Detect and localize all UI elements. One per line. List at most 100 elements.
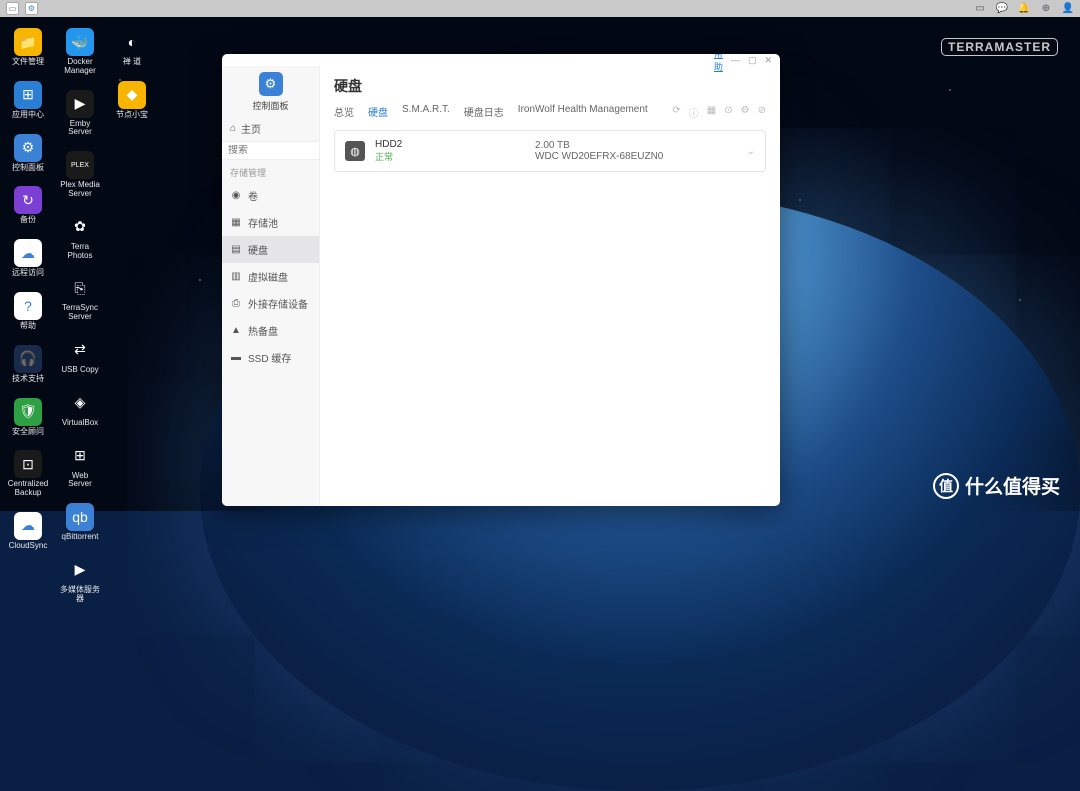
- desktop-icon-label: Docker Manager: [64, 58, 96, 76]
- sidebar-item-virtual-disk[interactable]: ▥ 虚拟磁盘: [222, 263, 319, 290]
- ssd-cache-icon: ▬: [230, 352, 242, 363]
- virtual-disk-icon: ▥: [230, 271, 242, 282]
- tool-settings-icon[interactable]: ⚙: [741, 105, 750, 120]
- desktop-icon-plex-media-server[interactable]: PLEXPlex Media Server: [60, 151, 100, 199]
- brand-logo: TERRAMASTER: [941, 38, 1058, 56]
- bell-icon[interactable]: 🔔: [1018, 3, 1030, 15]
- sidebar-item-hot-spare[interactable]: ▲热备盘: [222, 317, 319, 344]
- desktop-icon-help[interactable]: ?帮助: [8, 292, 48, 331]
- desktop-icon-control-panel[interactable]: ⚙控制面板: [8, 134, 48, 173]
- screen-icon[interactable]: ▭: [974, 3, 986, 15]
- maximize-button[interactable]: ▢: [748, 55, 757, 66]
- tab-disk-log[interactable]: 硬盘日志: [464, 104, 504, 121]
- desktop-icon-backup[interactable]: ↻ 备份: [8, 186, 48, 225]
- disk-row[interactable]: ◍ HDD2 正常 2.00 TB WDC WD20EFRX-68EUZN0 ⌄: [334, 130, 766, 172]
- sidebar-search[interactable]: ⌕: [222, 141, 319, 160]
- node-xiaobao-icon: ◆: [118, 81, 146, 109]
- desktop-icon-emby-server[interactable]: ▶Emby Server: [60, 90, 100, 138]
- tab-smart[interactable]: S.M.A.R.T.: [402, 104, 450, 121]
- desktop-icon-label: TerraSync Server: [62, 304, 98, 322]
- taskbar-app-control-panel[interactable]: ⚙: [25, 2, 38, 15]
- terra-photos-icon: ✿: [66, 213, 94, 241]
- tool-locate-icon[interactable]: ⊙: [724, 105, 732, 120]
- desktop-icon-virtualbox[interactable]: ◈VirtualBox: [60, 389, 100, 428]
- minimize-button[interactable]: —: [731, 55, 740, 65]
- pool-icon: ▦: [230, 217, 242, 228]
- user-icon[interactable]: 👤: [1062, 3, 1074, 15]
- cloudsync-icon: ☁: [14, 512, 42, 540]
- tool-refresh-icon[interactable]: ⟳: [672, 105, 680, 120]
- chat-icon[interactable]: 💬: [996, 3, 1008, 15]
- desktop-icon-centralized-backup[interactable]: ⊡ Centralized Backup: [8, 450, 48, 498]
- desktop-icon-tech-support[interactable]: 🎧技术支持: [8, 345, 48, 384]
- home-icon: ⌂: [230, 123, 236, 134]
- sidebar-item-label: SSD 缓存: [248, 350, 291, 365]
- desktop-icon-label: 控制面板: [12, 164, 44, 173]
- desktop-icon-cloudsync[interactable]: ☁CloudSync: [8, 512, 48, 551]
- tab-disk[interactable]: 硬盘: [368, 104, 388, 121]
- disk-name: HDD2: [375, 139, 525, 150]
- sidebar-item-disk[interactable]: ▤ 硬盘: [222, 236, 319, 263]
- sidebar-item-ssd-cache[interactable]: ▬ SSD 缓存: [222, 344, 319, 371]
- sidebar-item-label: 虚拟磁盘: [248, 269, 288, 284]
- virtualbox-icon: ◈: [66, 389, 94, 417]
- desktop-icon-media-server[interactable]: ▶多媒体服务器: [60, 556, 100, 604]
- desktop-icon-terra-photos[interactable]: ✿Terra Photos: [60, 213, 100, 261]
- desktop-icon-app-center[interactable]: ⊞应用中心: [8, 81, 48, 120]
- sidebar-item-label: 卷: [248, 188, 258, 203]
- chevron-down-icon: ⌄: [747, 146, 755, 157]
- disk-icon: ▤: [230, 244, 242, 255]
- sidebar-item-label: 热备盘: [248, 323, 278, 338]
- desktop-icon-web-server[interactable]: ⊞ Web Server: [60, 442, 100, 490]
- security-advisor-icon: 🛡: [14, 398, 42, 426]
- tool-eject-icon[interactable]: ⊘: [758, 105, 766, 120]
- file-manager-icon: 📁: [14, 28, 42, 56]
- sidebar-home[interactable]: ⌂ 主页: [222, 116, 319, 141]
- desktop-icon-node-xiaobao[interactable]: ◆ 节点小宝: [112, 81, 152, 120]
- desktop-icon-file-manager[interactable]: 📁 文件管理: [8, 28, 48, 67]
- sidebar-item-label: 硬盘: [248, 242, 268, 257]
- disk-model: WDC WD20EFRX-68EUZN0: [535, 151, 737, 162]
- sidebar-item-volume[interactable]: ◉卷: [222, 182, 319, 209]
- taskbar-app-desktop[interactable]: ▭: [6, 2, 19, 15]
- centralized-backup-icon: ⊡: [14, 450, 42, 478]
- desktop-icon-label: 远程访问: [12, 269, 44, 278]
- sidebar-home-label: 主页: [241, 121, 261, 136]
- desktop-icon-security-advisor[interactable]: 🛡 安全顾问: [8, 398, 48, 437]
- desktop-icon-docker-manager[interactable]: 🐳Docker Manager: [60, 28, 100, 76]
- desktop-icon-label: 备份: [20, 216, 36, 225]
- volume-icon: ◉: [230, 190, 242, 201]
- backup-icon: ↻: [14, 186, 42, 214]
- desktop-icon-label: 多媒体服务器: [60, 586, 100, 604]
- tab-overview[interactable]: 总览: [334, 104, 354, 121]
- desktop-icon-label: 技术支持: [12, 375, 44, 384]
- hdd-icon: ◍: [345, 141, 365, 161]
- taskbar: ▭ ⚙ ▭ 💬 🔔 ⊕ 👤: [0, 0, 1080, 17]
- window-titlebar: 帮助 — ▢ ✕: [222, 54, 780, 66]
- globe-icon[interactable]: ⊕: [1040, 3, 1052, 15]
- desktop-icon-label: 安全顾问: [12, 428, 44, 437]
- close-button[interactable]: ✕: [764, 55, 772, 66]
- tool-info-icon[interactable]: ⓘ: [689, 105, 699, 120]
- sidebar-item-external[interactable]: ⎙外接存储设备: [222, 290, 319, 317]
- app-center-icon: ⊞: [14, 81, 42, 109]
- desktop-icon-chan-dao[interactable]: ◐禅 道: [112, 28, 152, 67]
- desktop-icon-label: 节点小宝: [116, 111, 148, 120]
- tab-ironwolf[interactable]: IronWolf Health Management: [518, 104, 648, 121]
- desktop-icon-remote-access[interactable]: ☁ 远程访问: [8, 239, 48, 278]
- desktop-icons: 📁 文件管理 ⊞应用中心 ⚙控制面板 ↻ 备份 ☁ 远程访问 ?帮助 🎧技术支持 🛡 安全顾问 ⊡ Cen…: [8, 28, 152, 604]
- control-panel-window: 帮助 — ▢ ✕ ⚙ 控制面板 ⌂ 主页 ⌕ 存储管理 ◉卷▦存储池▤硬盘▥虚拟…: [222, 54, 780, 506]
- help-icon: ?: [14, 292, 42, 320]
- remote-access-icon: ☁: [14, 239, 42, 267]
- terrasync-server-icon: ⎘: [66, 274, 94, 302]
- sidebar-item-pool[interactable]: ▦存储池: [222, 209, 319, 236]
- emby-server-icon: ▶: [66, 90, 94, 118]
- desktop-icon-label: 文件管理: [12, 58, 44, 67]
- desktop-icon-terrasync-server[interactable]: ⎘ TerraSync Server: [60, 274, 100, 322]
- desktop-icon-label: Web Server: [60, 472, 100, 490]
- desktop-icon-usb-copy[interactable]: ⇄USB Copy: [60, 336, 100, 375]
- web-server-icon: ⊞: [66, 442, 94, 470]
- desktop-icon-qbittorrent[interactable]: qbqBittorrent: [60, 503, 100, 542]
- desktop-icon-label: Centralized Backup: [8, 480, 48, 498]
- tool-grid-icon[interactable]: ▦: [707, 105, 716, 120]
